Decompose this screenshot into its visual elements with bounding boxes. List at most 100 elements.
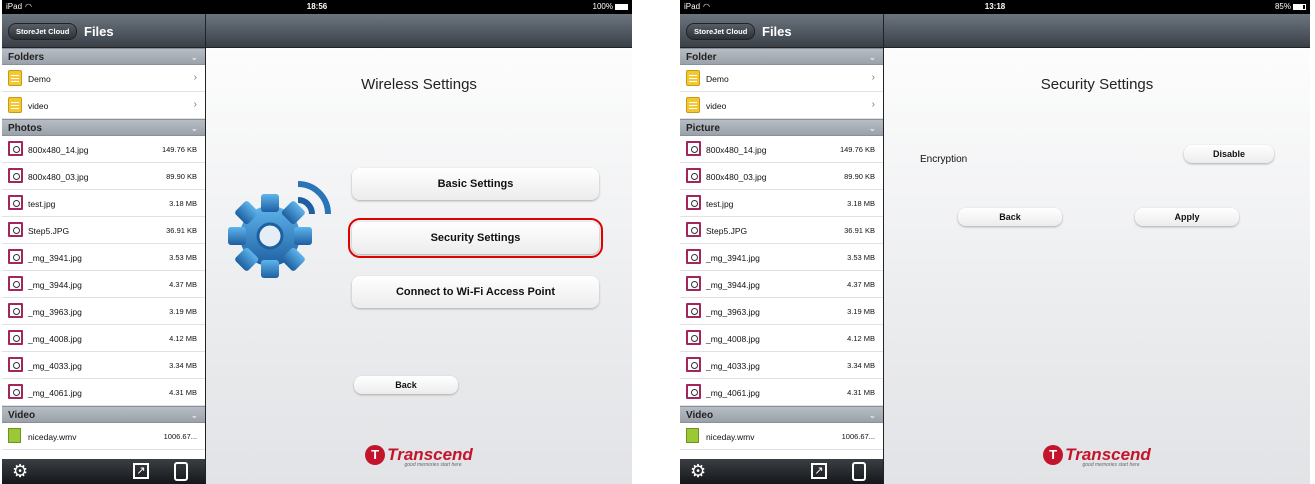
encryption-select[interactable]: Disable [1184,145,1274,163]
upload-icon[interactable]: ↗ [811,463,827,479]
file-name: 800x480_03.jpg [706,172,767,182]
file-row[interactable]: 800x480_14.jpg 149.76 KB [2,136,205,163]
ipad-screen-security: iPad ◠ 13:18 85% StoreJet Cloud Files Fol… [680,0,1310,484]
storejet-cloud-back-button[interactable]: StoreJet Cloud [8,23,78,40]
apply-button[interactable]: Apply [1135,208,1239,226]
upload-icon[interactable]: ↗ [133,463,149,479]
back-button[interactable]: Back [958,208,1062,226]
photo-file-icon [686,249,701,264]
file-row[interactable]: 800x480_14.jpg 149.76 KB [680,136,883,163]
file-name: niceday.wmv [706,432,755,442]
settings-pane: Security Settings Encryption Disable Bac… [883,14,1310,484]
file-name: 800x480_14.jpg [706,145,767,155]
file-row[interactable]: _mg_3963.jpg 3.19 MB [680,298,883,325]
page-title: Security Settings [1040,76,1154,93]
section-header[interactable]: Folders ⌄ [2,48,205,65]
folder-row[interactable]: Demo › [2,65,205,92]
transcend-mark-icon: T [365,445,386,465]
file-row[interactable]: niceday.wmv 1006.67... [680,423,883,450]
photo-file-icon [8,195,23,210]
file-row[interactable]: 800x480_03.jpg 89.90 KB [2,163,205,190]
folder-row[interactable]: video › [2,92,205,119]
chevron-down-icon: ⌄ [191,53,198,62]
file-name: _mg_4061.jpg [28,388,82,398]
folder-row[interactable]: Demo › [680,65,883,92]
photo-file-icon [8,222,23,237]
file-row[interactable]: _mg_3963.jpg 3.19 MB [2,298,205,325]
battery-icon [1293,3,1306,10]
folder-icon [686,97,700,113]
section-header[interactable]: Video ⌄ [680,406,883,423]
file-name: _mg_4008.jpg [28,334,82,344]
connect-wifi-button[interactable]: Connect to Wi-Fi Access Point [352,276,599,308]
chevron-right-icon: › [193,72,197,83]
chevron-right-icon: › [193,99,197,110]
storejet-cloud-back-button[interactable]: StoreJet Cloud [686,23,756,40]
video-file-icon [686,428,699,443]
gear-icon[interactable]: ⚙ [690,461,706,481]
file-list: Folders ⌄ Demo › video › Photos ⌄ 800x480_14.jpg… [2,48,205,450]
back-button[interactable]: Back [354,376,458,394]
photo-file-icon [686,303,701,318]
section-header[interactable]: Video ⌄ [2,406,205,423]
file-row[interactable]: test.jpg 3.18 MB [2,190,205,217]
file-row[interactable]: _mg_4061.jpg 4.31 MB [2,379,205,406]
file-name: test.jpg [706,199,734,209]
file-row[interactable]: _mg_3944.jpg 4.37 MB [2,271,205,298]
file-row[interactable]: _mg_4008.jpg 4.12 MB [2,325,205,352]
section-header[interactable]: Picture ⌄ [680,119,883,136]
section-header[interactable]: Folder ⌄ [680,48,883,65]
file-row[interactable]: 800x480_03.jpg 89.90 KB [680,163,883,190]
file-size: 3.18 MB [847,199,875,208]
status-bar: iPad ◠ 18:56 100% [2,0,632,14]
section-title: Video [686,410,714,421]
file-row[interactable]: _mg_4061.jpg 4.31 MB [680,379,883,406]
file-row[interactable]: Step5.JPG 36.91 KB [680,217,883,244]
photo-file-icon [8,384,23,399]
file-size: 3.19 MB [169,307,197,316]
basic-settings-button[interactable]: Basic Settings [352,168,599,200]
file-row[interactable]: Step5.JPG 36.91 KB [2,217,205,244]
file-name: test.jpg [28,199,56,209]
file-row[interactable]: _mg_4008.jpg 4.12 MB [680,325,883,352]
section-header[interactable]: Photos ⌄ [2,119,205,136]
file-name: Step5.JPG [706,226,748,236]
folder-row[interactable]: video › [680,92,883,119]
page-title: Wireless Settings [361,76,477,93]
photo-file-icon [686,222,701,237]
file-size: 149.76 KB [161,145,197,154]
chevron-down-icon: ⌄ [191,411,198,420]
file-browser-header: StoreJet Cloud Files [2,14,205,48]
gear-icon[interactable]: ⚙ [12,461,28,481]
folder-icon [8,97,22,113]
file-row[interactable]: _mg_3941.jpg 3.53 MB [2,244,205,271]
photo-file-icon [686,276,701,291]
file-size: 3.18 MB [169,199,197,208]
file-row[interactable]: _mg_3941.jpg 3.53 MB [680,244,883,271]
bottom-toolbar: ⚙ ↗ [680,459,883,484]
device-icon[interactable] [852,462,866,481]
chevron-down-icon: ⌄ [869,124,876,133]
file-row[interactable]: test.jpg 3.18 MB [680,190,883,217]
file-row[interactable]: _mg_4033.jpg 3.34 MB [680,352,883,379]
video-file-icon [8,428,21,443]
file-size: 3.53 MB [169,253,197,262]
encryption-label: Encryption [920,154,968,165]
folder-icon [8,70,22,86]
file-size: 1006.67... [841,432,875,441]
file-row[interactable]: _mg_4033.jpg 3.34 MB [2,352,205,379]
photo-file-icon [8,357,23,372]
device-icon[interactable] [174,462,188,481]
chevron-right-icon: › [871,72,875,83]
security-settings-button[interactable]: Security Settings [348,218,603,258]
transcend-logo: T Transcend good memories start here [206,445,632,468]
file-size: 89.90 KB [166,172,197,181]
file-row[interactable]: _mg_3944.jpg 4.37 MB [680,271,883,298]
file-size: 4.12 MB [847,334,875,343]
file-row[interactable]: niceday.wmv 1006.67... [2,423,205,450]
chevron-down-icon: ⌄ [869,411,876,420]
chevron-down-icon: ⌄ [191,124,198,133]
file-name: _mg_4033.jpg [28,361,82,371]
file-size: 4.31 MB [169,388,197,397]
bottom-toolbar: ⚙ ↗ [2,459,205,484]
